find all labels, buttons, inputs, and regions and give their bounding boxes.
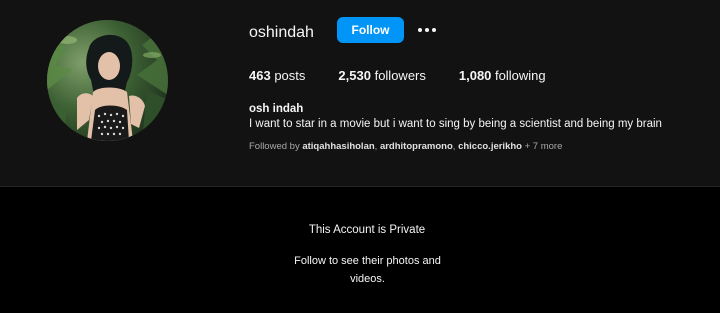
mutual-follower-link[interactable]: chicco.jerikho: [458, 141, 522, 152]
profile-page: oshindah Follow 463 posts 2,530 follower…: [0, 0, 720, 313]
avatar[interactable]: [47, 20, 168, 141]
private-subtitle: Follow to see their photos and videos.: [294, 255, 441, 285]
followed-by[interactable]: Followed by atiqahhasiholan, ardhitopram…: [249, 141, 562, 153]
posts-label: posts: [274, 68, 306, 83]
bio: I want to star in a movie but i want to …: [249, 118, 662, 130]
following-label: following: [495, 68, 546, 83]
username: oshindah: [249, 24, 314, 41]
posts-count: 463: [249, 68, 271, 83]
more-followers-link[interactable]: + 7 more: [525, 141, 563, 152]
posts-stat: 463 posts: [249, 68, 305, 84]
followers-count: 2,530: [338, 68, 371, 83]
full-name: osh indah: [249, 103, 304, 115]
more-options-icon[interactable]: [416, 24, 438, 36]
private-account-notice: This Account is Private Follow to see th…: [0, 187, 720, 313]
mutual-follower-link[interactable]: atiqahhasiholan: [302, 141, 374, 152]
follow-button[interactable]: Follow: [337, 17, 404, 43]
private-title: This Account is Private: [308, 224, 426, 236]
profile-stats: 463 posts 2,530 followers 1,080 followin…: [249, 68, 579, 84]
followers-stat[interactable]: 2,530 followers: [338, 68, 425, 84]
followers-label: followers: [374, 68, 426, 83]
following-count: 1,080: [458, 68, 492, 83]
followed-by-prefix: Followed by: [249, 141, 303, 152]
following-stat[interactable]: 1,080 following: [459, 68, 546, 84]
mutual-follower-link[interactable]: ardhitopramono: [380, 141, 453, 152]
profile-header: oshindah Follow 463 posts 2,530 follower…: [0, 0, 720, 187]
profile-photo: [47, 20, 168, 141]
